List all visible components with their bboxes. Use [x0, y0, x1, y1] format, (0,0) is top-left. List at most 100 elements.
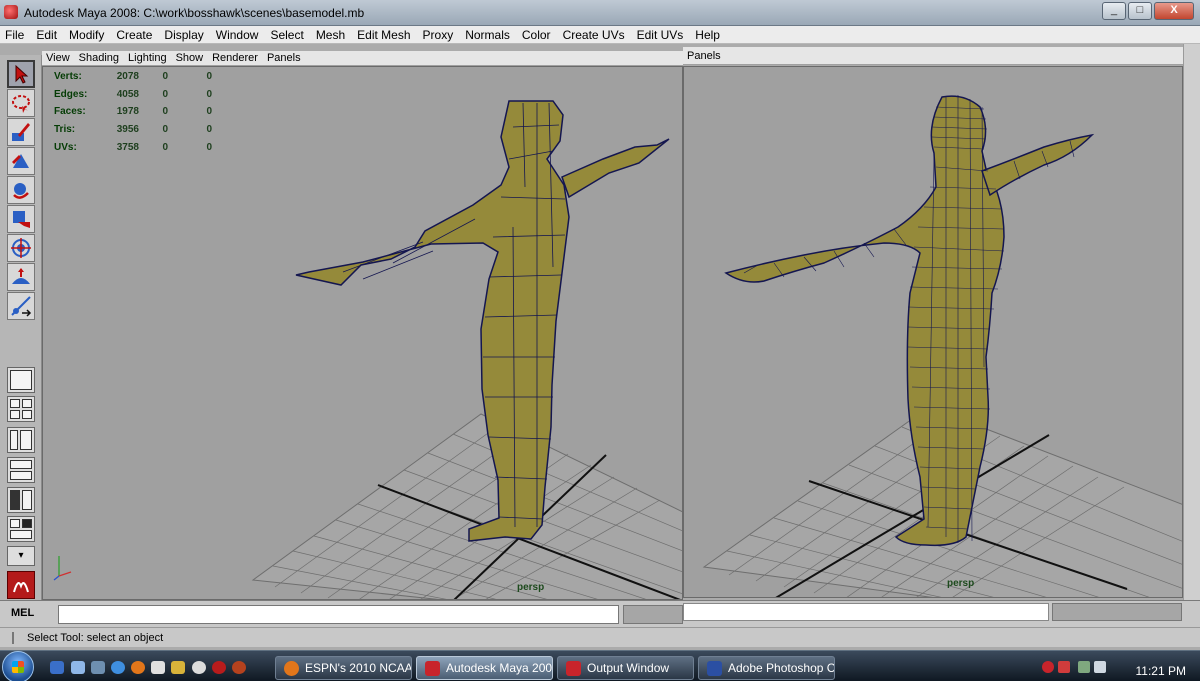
paint-icon[interactable] — [151, 661, 165, 674]
menu-help[interactable]: Help — [695, 28, 720, 42]
computer-icon[interactable] — [71, 661, 85, 674]
maya-app-icon — [4, 5, 18, 19]
hud-value: 0 — [206, 71, 212, 83]
network-icon[interactable] — [1078, 661, 1090, 673]
help-line-grip[interactable] — [12, 632, 14, 644]
hud-label: Tris: — [54, 124, 76, 136]
menu-select[interactable]: Select — [270, 28, 303, 42]
start-button[interactable] — [2, 651, 34, 681]
media-player-icon[interactable] — [192, 661, 206, 674]
hud-label: UVs: — [54, 141, 77, 153]
persp-outliner-layout[interactable] — [7, 427, 35, 453]
maya-output-task-icon — [566, 660, 581, 676]
camera-label: persp — [517, 582, 545, 593]
four-view-layout[interactable] — [7, 396, 35, 422]
task-label: Output Window — [587, 661, 670, 675]
menu-proxy[interactable]: Proxy — [423, 28, 454, 42]
menu-display[interactable]: Display — [164, 28, 203, 42]
close-button[interactable]: X — [1154, 2, 1194, 20]
tray-app-icon[interactable] — [1042, 661, 1054, 673]
hypershade-layout[interactable] — [7, 487, 35, 513]
winamp-icon[interactable] — [171, 661, 185, 674]
panel-menu-lighting[interactable]: Lighting — [128, 52, 167, 64]
lasso-tool-icon[interactable] — [7, 89, 35, 117]
task-maya[interactable]: Autodesk Maya 200... — [416, 656, 553, 680]
menu-edit-uvs[interactable]: Edit UVs — [637, 28, 684, 42]
panel-menu-view[interactable]: View — [46, 52, 70, 64]
persp-graph-layout[interactable] — [7, 457, 35, 483]
internet-explorer-icon[interactable] — [111, 661, 125, 674]
secondary-result-field — [1052, 603, 1182, 621]
panel-menu-panels[interactable]: Panels — [267, 52, 301, 64]
mel-command-input[interactable] — [58, 605, 619, 624]
task-label: Autodesk Maya 200... — [446, 661, 553, 675]
panel-menu-renderer[interactable]: Renderer — [212, 52, 258, 64]
perspective-viewport-right[interactable]: persp — [683, 66, 1183, 598]
ccleaner-icon[interactable] — [232, 661, 246, 674]
menu-window[interactable]: Window — [216, 28, 259, 42]
firefox-icon[interactable] — [131, 661, 145, 674]
poly-count-hud: Verts: 2078 0 0 Edges: 4058 0 0 Faces: 1978 0 0 T… — [54, 68, 212, 156]
tray-flag-icon[interactable] — [1058, 661, 1070, 673]
menu-file[interactable]: File — [5, 28, 24, 42]
hud-value: 0 — [206, 88, 212, 100]
system-tray: 11:21 PM — [1042, 655, 1200, 680]
window-controls: _ □ X — [1102, 2, 1194, 20]
help-line: Select Tool: select an object — [0, 627, 1200, 647]
help-line-text: Select Tool: select an object — [27, 632, 164, 644]
window-title: Autodesk Maya 2008: C:\work\bosshawk\sce… — [24, 6, 365, 20]
move-tool-icon[interactable] — [7, 147, 35, 175]
ground-grid — [251, 413, 682, 599]
main-menu-bar: File Edit Modify Create Display Window S… — [0, 26, 1200, 44]
hud-value: 0 — [206, 106, 212, 118]
right-edge-scrollbar[interactable] — [1183, 44, 1200, 600]
menu-color[interactable]: Color — [522, 28, 551, 42]
hud-label: Edges: — [54, 88, 88, 100]
right-panel-menu-panels[interactable]: Panels — [687, 50, 721, 62]
scale-tool-icon[interactable] — [7, 205, 35, 233]
show-manipulator-icon[interactable] — [7, 292, 35, 320]
minimize-button[interactable]: _ — [1102, 2, 1126, 20]
maya-quicklaunch-icon[interactable] — [212, 661, 226, 674]
switch-windows-icon[interactable] — [91, 661, 105, 674]
task-output-window[interactable]: Output Window — [557, 656, 694, 680]
windows-flag-icon — [12, 661, 24, 673]
menu-modify[interactable]: Modify — [69, 28, 104, 42]
universal-manipulator-icon[interactable] — [7, 234, 35, 262]
select-tool-icon[interactable] — [7, 60, 35, 88]
command-line-bar: MEL — [0, 600, 1200, 627]
persp-uv-layout[interactable] — [7, 516, 35, 542]
menu-edit[interactable]: Edit — [36, 28, 57, 42]
left-panel-menu-bar: View Shading Lighting Show Renderer Pane… — [42, 51, 683, 66]
volume-icon[interactable] — [1094, 661, 1106, 673]
secondary-command-input[interactable] — [683, 603, 1049, 621]
menu-mesh[interactable]: Mesh — [316, 28, 345, 42]
task-espn-firefox[interactable]: ESPN's 2010 NCAA ... — [275, 656, 412, 680]
toolbox: ▾ — [0, 55, 42, 602]
paint-select-tool-icon[interactable] — [7, 118, 35, 146]
hud-row-faces: Faces: 1978 0 0 — [54, 103, 212, 121]
hud-row-edges: Edges: 4058 0 0 — [54, 86, 212, 104]
maya-logo-icon[interactable] — [7, 571, 35, 599]
panel-menu-shading[interactable]: Shading — [79, 52, 119, 64]
menu-create[interactable]: Create — [116, 28, 152, 42]
more-layouts-button[interactable]: ▾ — [7, 546, 35, 566]
menu-normals[interactable]: Normals — [465, 28, 510, 42]
show-desktop-icon[interactable] — [50, 661, 64, 674]
rotate-tool-icon[interactable] — [7, 176, 35, 204]
window-title-bar[interactable]: Autodesk Maya 2008: C:\work\bosshawk\sce… — [0, 0, 1200, 26]
perspective-viewport-left[interactable]: Verts: 2078 0 0 Edges: 4058 0 0 Faces: 1978 0 0 T… — [42, 66, 683, 600]
panel-menu-show[interactable]: Show — [176, 52, 204, 64]
menu-edit-mesh[interactable]: Edit Mesh — [357, 28, 410, 42]
mel-label[interactable]: MEL — [11, 607, 34, 619]
maximize-button[interactable]: □ — [1128, 2, 1152, 20]
maya-task-icon — [425, 660, 440, 676]
menu-create-uvs[interactable]: Create UVs — [563, 28, 625, 42]
taskbar-clock[interactable]: 11:21 PM — [1136, 664, 1186, 678]
task-photoshop[interactable]: Adobe Photoshop C... — [698, 656, 835, 680]
task-label: ESPN's 2010 NCAA ... — [305, 661, 412, 675]
soft-modification-icon[interactable] — [7, 263, 35, 291]
hud-value: 0 — [162, 141, 168, 153]
hud-row-uvs: UVs: 3758 0 0 — [54, 138, 212, 156]
single-view-layout[interactable] — [7, 367, 35, 393]
